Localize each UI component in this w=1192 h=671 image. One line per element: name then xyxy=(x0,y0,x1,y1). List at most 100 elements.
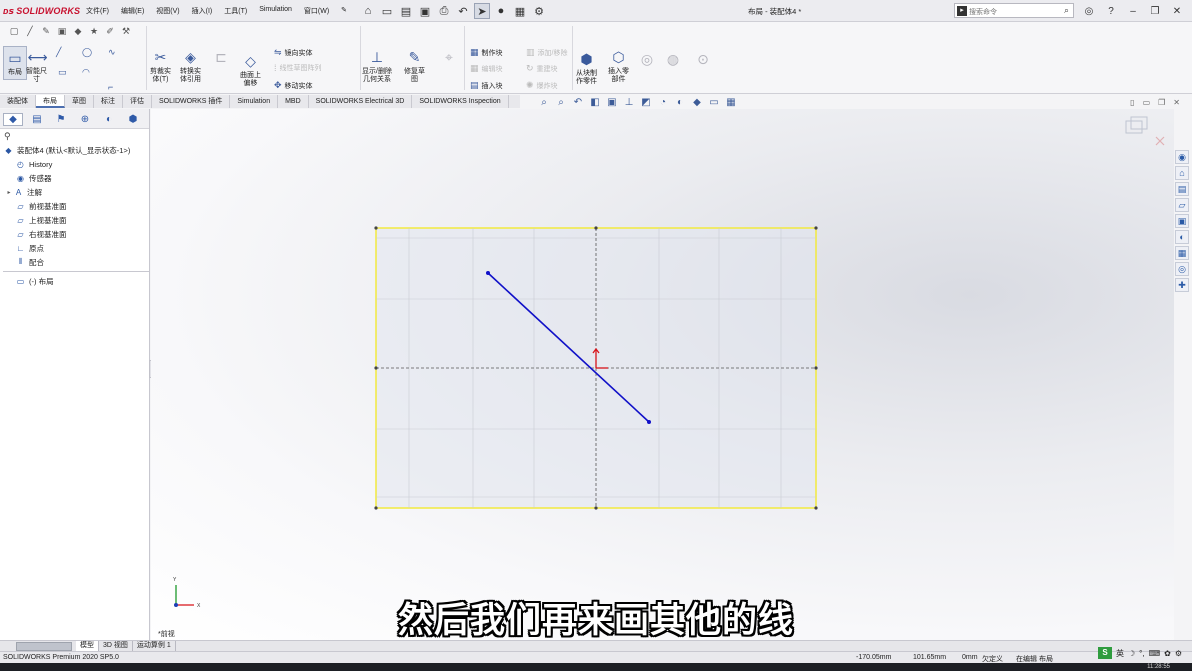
display-relations-button[interactable]: ⊥ 显示/删除 几何关系 xyxy=(362,48,392,84)
undo-icon[interactable]: ↶ xyxy=(455,3,471,19)
tab-motion-study[interactable]: 运动算例 1 xyxy=(133,641,176,651)
appearances-icon[interactable]: ◐ xyxy=(1175,230,1189,244)
tool-icon[interactable]: ⚒ xyxy=(120,25,132,37)
menu-insert[interactable]: 插入(I) xyxy=(192,6,213,16)
pulley-button[interactable]: ◍ xyxy=(664,50,682,70)
tools-icon[interactable]: ⚙ xyxy=(1175,649,1182,658)
convert-entities-button[interactable]: ◈ 转换实 体引用 xyxy=(180,48,201,84)
search-input[interactable]: ▸ 搜索命令 ⌕ xyxy=(954,3,1074,18)
tab-inspection[interactable]: SOLIDWORKS Inspection xyxy=(412,95,509,108)
tab-mbd[interactable]: MBD xyxy=(278,95,309,108)
zoom-fit-icon[interactable]: ⌕ xyxy=(538,97,550,108)
configurationmanager-tab-icon[interactable]: ⚑ xyxy=(51,113,71,126)
viewport-restore-icon[interactable]: ❐ xyxy=(1158,98,1165,107)
select-arrow-icon[interactable]: ➤ xyxy=(474,3,490,19)
tree-item-layout[interactable]: ▭ (-) 布局 xyxy=(3,274,149,288)
filter-icon[interactable]: ⚲ xyxy=(0,129,149,143)
tree-item-annotations[interactable]: ▸ A 注解 xyxy=(3,185,149,199)
pin-icon[interactable]: ✎ xyxy=(341,6,347,16)
viewport-minimize-icon[interactable]: ▭ xyxy=(1143,98,1151,107)
minimize-button[interactable]: – xyxy=(1124,3,1142,19)
menu-file[interactable]: 文件(F) xyxy=(86,6,109,16)
viewport-close-icon[interactable]: ✕ xyxy=(1173,98,1180,107)
linear-pattern-button[interactable]: ⁞ 线性草图阵列 xyxy=(274,63,322,73)
file-explorer-icon[interactable]: ▱ xyxy=(1175,198,1189,212)
motion-button[interactable]: ⊙ xyxy=(694,50,712,70)
help-icon[interactable]: ? xyxy=(1102,3,1120,19)
belt-chain-button[interactable]: ◎ xyxy=(638,50,656,70)
tab-layout[interactable]: 布局 xyxy=(36,95,65,108)
star-icon[interactable]: ★ xyxy=(88,25,100,37)
close-button[interactable]: ✕ xyxy=(1168,3,1186,19)
fillet-tool[interactable]: ⌐ xyxy=(108,82,113,92)
make-block-button[interactable]: ▦ 制作块 xyxy=(470,47,503,58)
part-icon[interactable]: ◆ xyxy=(72,25,84,37)
sketch-icon[interactable]: ▢ xyxy=(8,25,20,37)
move-entities-button[interactable]: ✥ 移动实体 xyxy=(274,80,313,91)
quick-snaps-button[interactable]: ⌖ xyxy=(440,48,458,68)
display-style-icon[interactable]: ◩ xyxy=(640,97,652,108)
file-properties-icon[interactable]: ▦ xyxy=(512,3,528,19)
repair-sketch-button[interactable]: ✎ 修复草 图 xyxy=(404,48,425,84)
save-icon[interactable]: ▣ xyxy=(417,3,433,19)
previous-view-icon[interactable]: ↶ xyxy=(572,97,584,108)
skin-icon[interactable]: ✿ xyxy=(1164,649,1171,658)
tree-item-right-plane[interactable]: ▱ 右视基准面 xyxy=(3,227,149,241)
edit-appearance-icon[interactable]: ◐ xyxy=(674,97,686,108)
menu-tools[interactable]: 工具(T) xyxy=(224,6,247,16)
menu-window[interactable]: 窗口(W) xyxy=(304,6,329,16)
viewport-tile-icon[interactable]: ▯ xyxy=(1130,98,1134,107)
rebuild-icon[interactable]: ● xyxy=(493,3,509,19)
rebuild-block-button[interactable]: ↻ 重建块 xyxy=(526,63,558,74)
tree-item-front-plane[interactable]: ▱ 前视基准面 xyxy=(3,199,149,213)
tree-item-top-plane[interactable]: ▱ 上视基准面 xyxy=(3,213,149,227)
block-icon[interactable]: ▣ xyxy=(56,25,68,37)
offset-entities-button[interactable]: ⊏ xyxy=(212,48,230,68)
tab-markup[interactable]: 标注 xyxy=(94,95,123,108)
add-remove-button[interactable]: ▥ 添加/移除 xyxy=(526,47,567,58)
search-icon[interactable]: ⌕ xyxy=(1064,5,1069,16)
layout-button[interactable]: ▭ 布局 xyxy=(3,46,27,80)
view-settings-icon[interactable]: ▭ xyxy=(708,97,720,108)
line-tool[interactable]: ╱ xyxy=(56,47,61,58)
tab-sketch[interactable]: 草图 xyxy=(65,95,94,108)
insert-block-button[interactable]: ▤ 插入块 xyxy=(470,80,503,91)
punctuation-icon[interactable]: °, xyxy=(1139,649,1144,658)
tab-assembly[interactable]: 装配体 xyxy=(0,95,36,108)
dimxpert-tab-icon[interactable]: ⊕ xyxy=(75,113,95,126)
menu-edit[interactable]: 编辑(E) xyxy=(121,6,144,16)
trim-button[interactable]: ✂ 剪裁实 体(T) xyxy=(150,48,171,84)
restore-button[interactable]: ❐ xyxy=(1146,3,1164,19)
open-icon[interactable]: ▤ xyxy=(398,3,414,19)
tree-item-history[interactable]: ◴ History xyxy=(3,157,149,171)
hide-show-icon[interactable]: ◔ xyxy=(657,97,669,108)
forum-icon[interactable]: ◎ xyxy=(1175,262,1189,276)
options-gear-icon[interactable]: ⚙ xyxy=(531,3,547,19)
featuremanager-tab-icon[interactable]: ◆ xyxy=(3,113,23,126)
sogou-ime-icon[interactable]: S xyxy=(1097,647,1112,659)
new-document-icon[interactable]: ▭ xyxy=(379,3,395,19)
graphics-area[interactable]: Y X xyxy=(151,109,1174,640)
tree-item-origin[interactable]: ∟ 原点 xyxy=(3,241,149,255)
dynamic-annotation-icon[interactable]: ▣ xyxy=(606,97,618,108)
toolbox-icon[interactable]: ✚ xyxy=(1175,278,1189,292)
tree-item-sensors[interactable]: ◉ 传感器 xyxy=(3,171,149,185)
tab-model[interactable]: 模型 xyxy=(76,641,99,651)
brush-icon[interactable]: ✐ xyxy=(104,25,116,37)
moon-icon[interactable]: ☽ xyxy=(1128,649,1135,658)
spline-tool[interactable]: ∿ xyxy=(108,47,116,58)
tab-addins[interactable]: SOLIDWORKS 插件 xyxy=(152,95,231,108)
insert-part-button[interactable]: ⬡ 插入零 部件 xyxy=(608,48,629,84)
explode-block-button[interactable]: ✺ 爆炸块 xyxy=(526,80,558,91)
offset-on-surface-button[interactable]: ◇ 曲面上 偏移 xyxy=(240,52,261,88)
displaymanager-tab-icon[interactable]: ◐ xyxy=(99,113,119,126)
edit-block-button[interactable]: ▦ 编辑块 xyxy=(470,63,503,74)
solidworks-resources-icon[interactable]: ◉ xyxy=(1175,150,1189,164)
rectangle-tool[interactable]: ▭ xyxy=(58,67,67,78)
tab-scrollbar[interactable] xyxy=(16,642,72,651)
design-library-icon[interactable]: ▤ xyxy=(1175,182,1189,196)
propertymanager-tab-icon[interactable]: ▤ xyxy=(27,113,47,126)
menu-view[interactable]: 视图(V) xyxy=(156,6,179,16)
section-view-icon[interactable]: ◧ xyxy=(589,97,601,108)
smart-dimension-button[interactable]: ⟷ 智能尺 寸 xyxy=(26,48,48,84)
